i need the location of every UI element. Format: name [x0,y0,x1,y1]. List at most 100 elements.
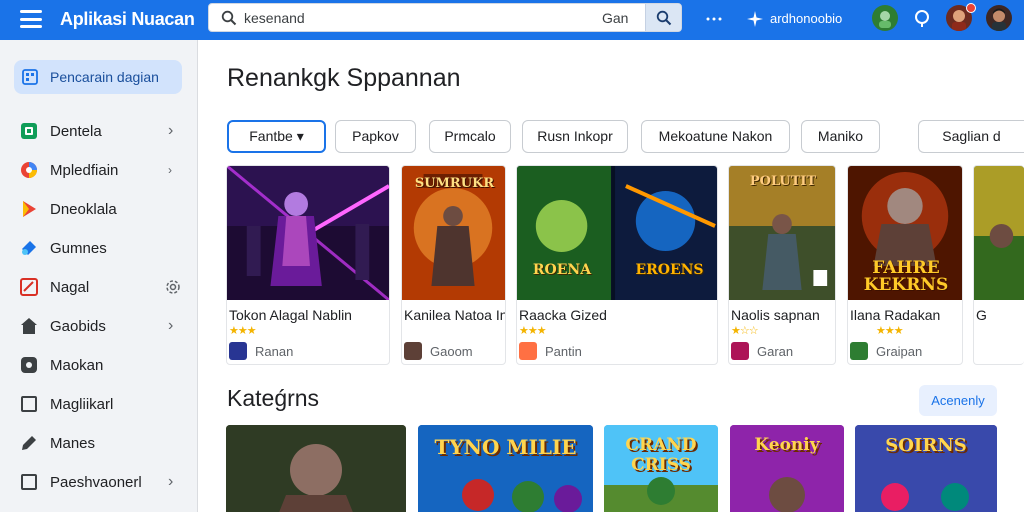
filter-chip-2[interactable]: Prmcalo [429,120,511,153]
square-green-icon [21,123,37,139]
chevron-right-icon: › [168,473,174,490]
see-all-button[interactable]: Acenenly [919,385,997,416]
section-title: Kateǵrns [227,385,320,411]
app-art-label: SUMRUKR [414,176,495,191]
category-card[interactable]: CRAND CRISS [604,425,718,512]
rating-stars: ★★★ [519,325,547,337]
help-icon[interactable] [913,9,931,29]
app-artwork [227,166,389,300]
sidebar-item-label: Dneoklala [50,201,117,218]
search-bar[interactable]: kesenand Gan [208,3,682,32]
sidebar-item-label: Paeshvaonerl [50,474,142,491]
rating-stars: ★★★ [229,325,257,337]
category-card[interactable] [226,425,406,512]
profile-avatar[interactable] [986,5,1012,31]
red-square-icon [20,278,38,296]
app-card[interactable]: G [973,165,1024,365]
category-label: CRAND CRISS [625,435,697,475]
top-app-bar: Aplikasi Nuacan kesenand Gan ardhonoobio [0,0,1024,40]
settings-gear-icon[interactable] [164,278,182,296]
sidebar-item-dneoklala[interactable]: Dneoklala [14,194,190,224]
menu-icon[interactable] [20,10,42,28]
developer-name: Ranan [255,344,294,359]
shield-icon[interactable] [872,5,898,31]
app-art-label: FAHRE KEKRNS [863,258,949,295]
sidebar-item-label: Dentela [50,123,102,140]
sidebar-item-dentela[interactable]: Dentela › [14,116,190,146]
rating-stars: ★★★ [876,325,904,337]
page-title: Renankgk Sppannan [227,64,461,92]
sidebar-item-nagal[interactable]: Nagal [14,272,190,302]
filter-chip-3[interactable]: Rusn Inkopr [522,120,628,153]
developer-icon [404,342,422,360]
app-name: Raacka Gized [519,307,607,323]
app-title[interactable]: Aplikasi Nuacan [60,9,195,30]
filter-chip-0[interactable]: Fantbe ▾ [227,120,326,153]
app-card[interactable]: ROENA EROENS Raacka Gized ★★★ Pantin [516,165,718,365]
circle-multicolor-icon [21,162,37,178]
app-artwork [517,166,717,300]
category-artwork [226,425,406,512]
category-card[interactable]: SOIRNS [855,425,997,512]
arrow-blue-icon [22,241,36,255]
developer-name: Pantin [545,344,582,359]
sidebar-item-maokan[interactable]: Maokan [14,350,190,380]
filter-chip-5[interactable]: Maniko [801,120,880,153]
chevron-right-icon: › [168,122,174,139]
search-input[interactable]: kesenand [244,10,305,26]
app-art-label: ROENA [532,262,592,278]
sidebar-item-label: Maokan [50,357,104,374]
sidebar-primary-button[interactable]: Pencarain dagian [14,60,182,94]
developer-name: Graipan [876,344,923,359]
chevron-right-icon: › [168,317,174,334]
sidebar: Pencarain dagian Dentela › Mpledfiain › … [0,40,198,512]
app-name: Naolis sapnan [731,307,820,323]
category-label: TYNO MILIE [434,435,577,459]
app-artwork [974,166,1024,300]
app-name: Kanilea Natoa Inlaplia [404,307,505,323]
sidebar-item-label: Nagal [50,279,90,296]
filter-chip-4[interactable]: Mekoatune Nakon [641,120,790,153]
chevron-right-icon: › [168,163,172,177]
sidebar-item-gumnes[interactable]: Gumnes [14,233,190,263]
dark-square-icon [21,357,37,373]
outline-square-icon [21,396,37,412]
app-card[interactable]: SUMRUKR Kanilea Natoa Inlaplia Gaoom [401,165,506,365]
category-card[interactable]: TYNO MILIE [418,425,593,512]
app-card[interactable]: Tokon Alagal Nablin ★★★ Ranan [226,165,390,365]
app-name: G [976,307,987,323]
sidebar-primary-label: Pencarain dagian [50,69,159,85]
pencil-icon [22,436,36,450]
search-icon [221,10,237,26]
grid-icon [22,69,38,85]
developer-name: Garan [757,344,794,359]
app-card[interactable]: FAHRE KEKRNS Ilana Radakan ★★★ Graipan [847,165,963,365]
filter-chip-1[interactable]: Papkov [335,120,416,153]
main-content: Renankgk Sppannan Fantbe ▾ Papkov Prmcal… [198,40,1024,512]
app-art-label: EROENS [635,262,704,278]
account-name[interactable]: ardhonoobio [770,11,842,26]
sidebar-item-magliikarl[interactable]: Magliikarl [14,389,190,419]
play-triangle-icon [23,201,36,217]
developer-icon [519,342,537,360]
developer-icon [850,342,868,360]
category-card[interactable]: Keoniy [730,425,844,512]
outline-square-icon [21,474,37,490]
apps-icon[interactable] [706,15,722,23]
sparkle-icon[interactable] [746,10,764,28]
app-name: Ilana Radakan [850,307,941,323]
search-button[interactable] [645,4,681,31]
sidebar-item-label: Gaobids [50,318,106,335]
category-label: SOIRNS [885,435,967,456]
app-card[interactable]: POLUTIT Naolis sapnan ★☆☆ Garan [728,165,836,365]
filter-chip-6[interactable]: Saglian d [918,120,1024,153]
developer-icon [731,342,749,360]
sidebar-item-label: Gumnes [50,240,107,257]
sidebar-item-mpledfiain[interactable]: Mpledfiain › [14,155,190,185]
app-name: Tokon Alagal Nablin [229,307,352,323]
sidebar-item-paeshvaonerl[interactable]: Paeshvaonerl › [14,467,190,497]
search-scope[interactable]: Gan [602,10,628,26]
developer-icon [229,342,247,360]
sidebar-item-manes[interactable]: Manes [14,428,190,458]
sidebar-item-gaobids[interactable]: Gaobids › [14,311,190,341]
